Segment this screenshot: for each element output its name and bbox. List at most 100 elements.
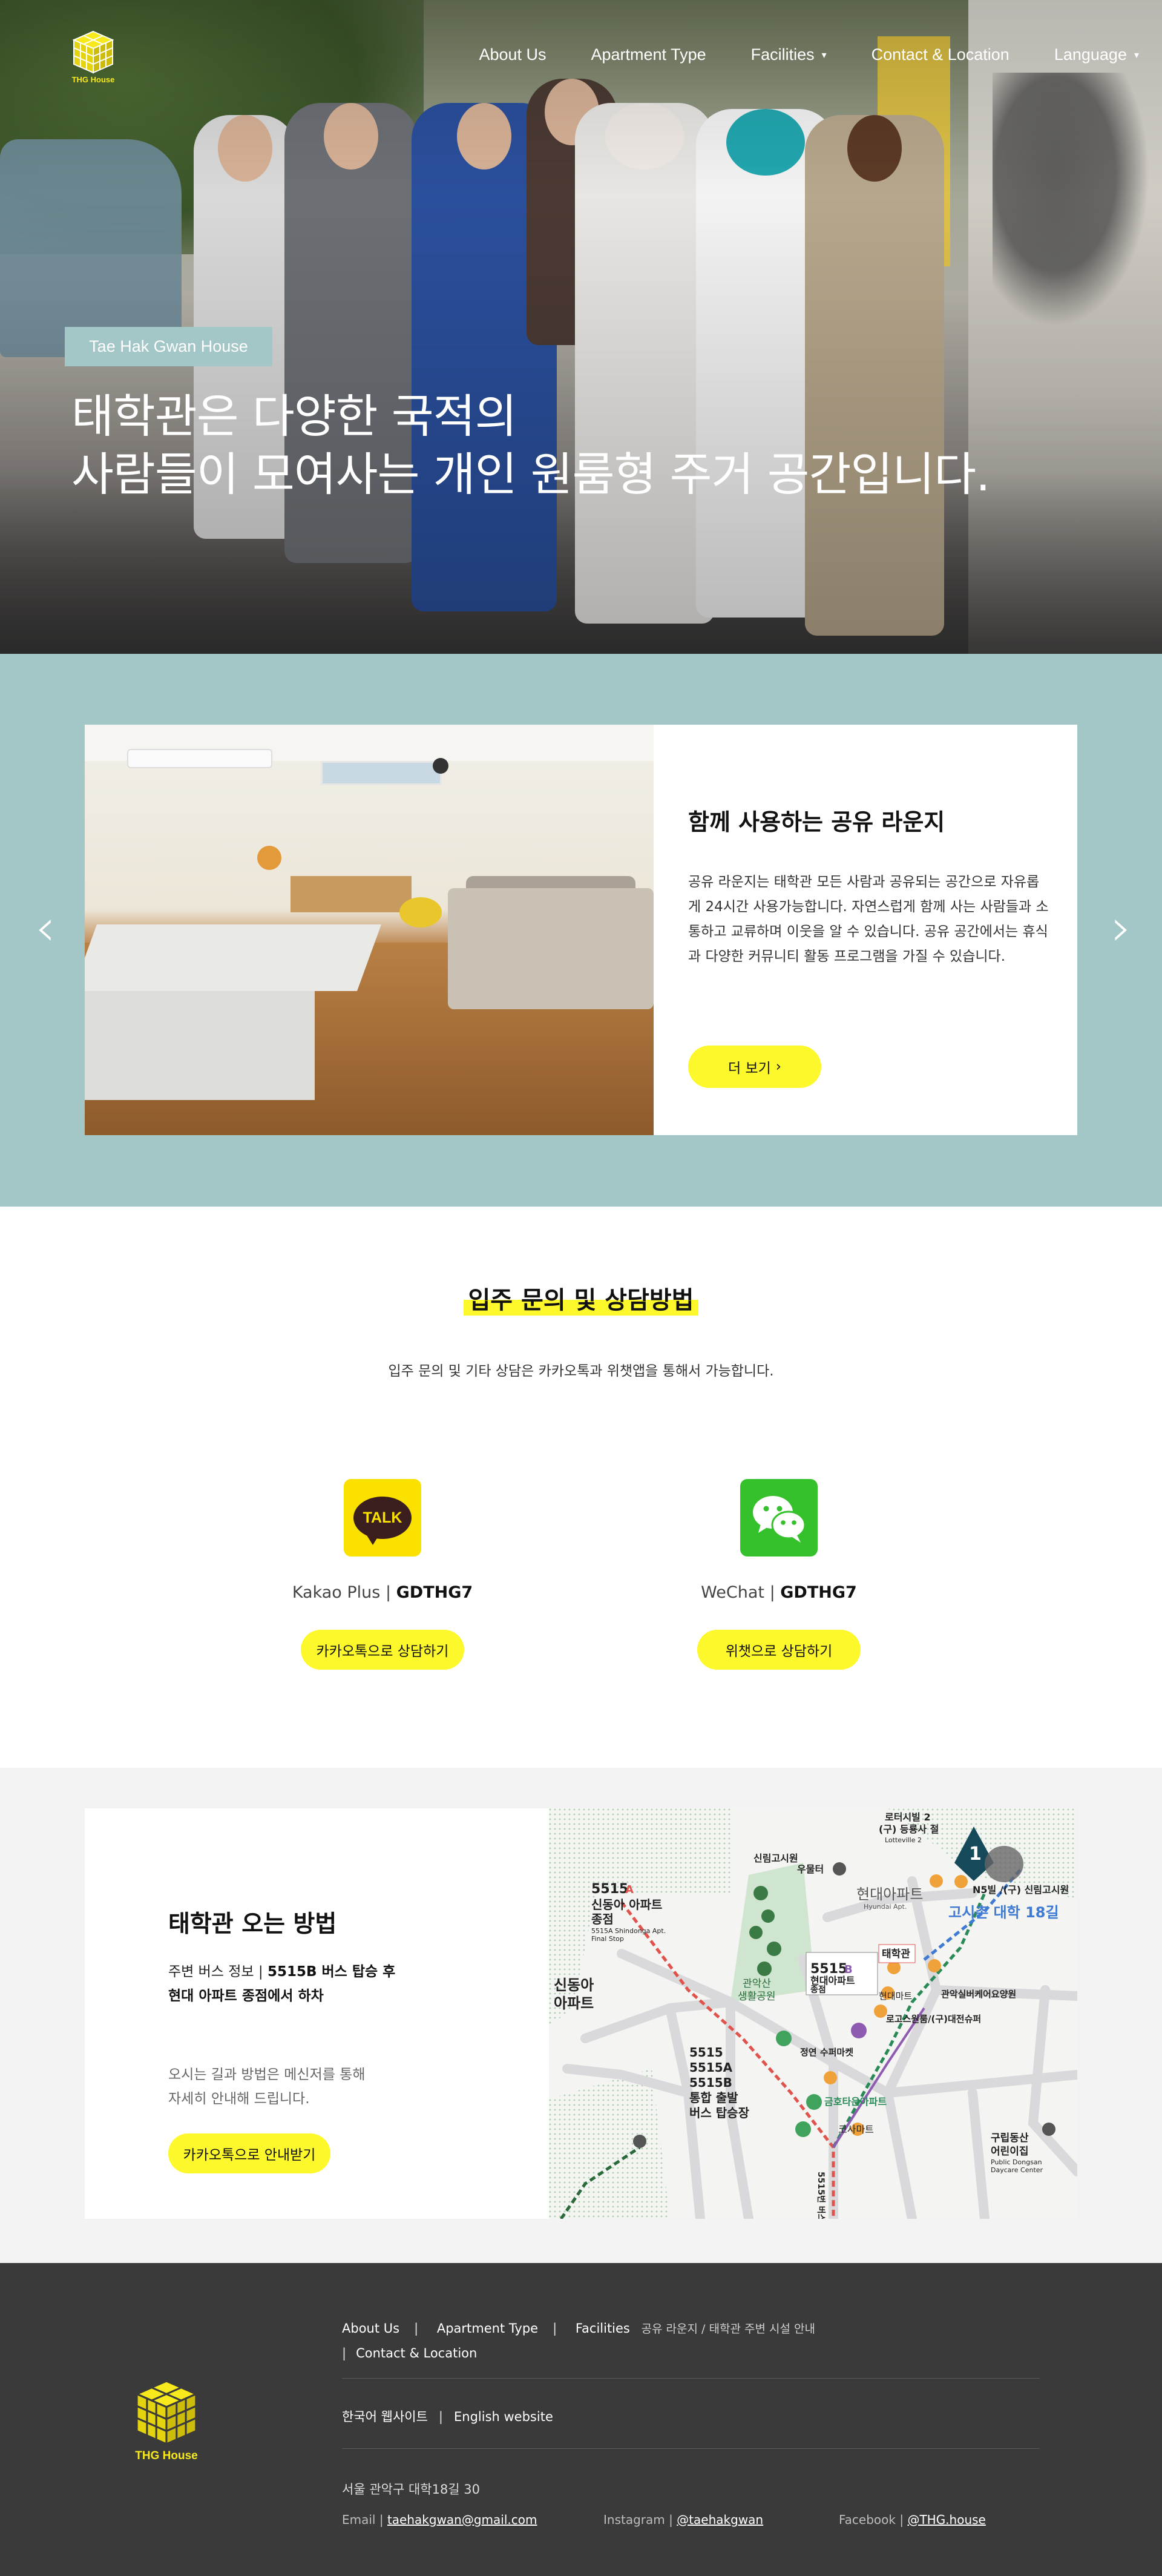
kakao-guide-button[interactable]: 카카오톡으로 안내받기 bbox=[168, 2133, 330, 2173]
footer-link-about-us[interactable]: About Us bbox=[342, 2321, 399, 2336]
map-label: 현대마트 bbox=[879, 1991, 912, 2001]
more-button-label: 더 보기 bbox=[728, 1061, 771, 1076]
contact-subtitle: 입주 문의 및 기타 상담은 카카오톡과 위챗앱을 통해서 가능합니다. bbox=[388, 1363, 774, 1379]
map-label: 고시촌 대학 18길 bbox=[948, 1904, 1059, 1921]
map-label: 종점 bbox=[591, 1912, 614, 1926]
footer: THG House About Us | Apartment Type | Faci… bbox=[0, 2263, 1162, 2576]
map-label: 5515A bbox=[689, 2060, 733, 2075]
footer-link-apartment-type[interactable]: Apartment Type bbox=[437, 2321, 538, 2336]
wechat-consult-button[interactable]: 위챗으로 상담하기 bbox=[697, 1630, 861, 1670]
kakao-talk-icon: TALK bbox=[344, 1479, 421, 1556]
lounge-slider-section: ‹ › 함께 사용하는 공유 라운지 공유 라운지는 태학관 모든 사람과 공유… bbox=[0, 654, 1162, 1207]
kakao-id-prefix: Kakao Plus | bbox=[292, 1583, 396, 1602]
wechat-channel: WeChat | GDTHG7 위챗으로 상담하기 bbox=[628, 1479, 930, 1670]
footer-facebook-label: Facebook | bbox=[839, 2512, 908, 2527]
slider-next-button[interactable]: › bbox=[1111, 902, 1132, 953]
slider-prev-button[interactable]: ‹ bbox=[35, 902, 56, 953]
map-label: 5515B bbox=[689, 2075, 732, 2090]
nav-apartment-type-label: Apartment Type bbox=[591, 45, 706, 64]
slide-title: 함께 사용하는 공유 라운지 bbox=[688, 809, 945, 835]
hero-section: THG House About Us Apartment Type Facili… bbox=[0, 0, 1162, 654]
nav-about-us-label: About Us bbox=[479, 45, 547, 64]
wechat-id-prefix: WeChat | bbox=[701, 1583, 781, 1602]
map-label: 정연 수퍼마켓 bbox=[800, 2047, 853, 2058]
kakao-consult-button[interactable]: 카카오톡으로 상담하기 bbox=[301, 1630, 464, 1670]
map-label: 5515 bbox=[689, 2045, 723, 2060]
nav-contact-location-label: Contact & Location bbox=[871, 45, 1009, 64]
map-label: Final Stop bbox=[591, 1935, 624, 1943]
wechat-id: WeChat | GDTHG7 bbox=[701, 1583, 857, 1602]
chevron-down-icon: ▾ bbox=[821, 50, 827, 61]
bus-info-line-2: 현대 아파트 종점에서 하차 bbox=[168, 1988, 324, 2004]
footer-facilities-sub[interactable]: 공유 라운지 / 태학관 주변 시설 안내 bbox=[642, 2322, 815, 2336]
footer-link-korean[interactable]: 한국어 웹사이트 bbox=[342, 2410, 428, 2424]
nav-facilities[interactable]: Facilities ▾ bbox=[751, 45, 827, 64]
map-label: 로고스원룸/(구)대전슈퍼 bbox=[886, 2014, 981, 2024]
logo-label: THG House bbox=[71, 75, 115, 84]
directions-title: 태학관 오는 방법 bbox=[168, 1911, 337, 1938]
wechat-id-value: GDTHG7 bbox=[780, 1583, 857, 1602]
footer-address: 서울 관악구 대학18길 30 bbox=[342, 2482, 481, 2497]
wechat-icon bbox=[740, 1479, 818, 1556]
footer-instagram: Instagram | @taehakgwan bbox=[603, 2512, 763, 2527]
nav-contact-location[interactable]: Contact & Location bbox=[872, 45, 1009, 64]
location-map[interactable]: 1 로터시빌 2 (구) 등룡사 절 Lotteville 2 신림고시원 우물… bbox=[549, 1808, 1077, 2219]
nav-language[interactable]: Language ▾ bbox=[1054, 45, 1139, 64]
contact-section: 입주 문의 및 상담방법 입주 문의 및 기타 상담은 카카오톡과 위챗앱을 통… bbox=[0, 1207, 1162, 1768]
more-button[interactable]: 더 보기 › bbox=[688, 1046, 821, 1088]
footer-facebook-link[interactable]: @THG.house bbox=[907, 2512, 985, 2527]
map-label: Public Dongsan bbox=[991, 2158, 1042, 2166]
header-logo[interactable]: THG House bbox=[71, 30, 115, 84]
kakao-channel: TALK Kakao Plus | GDTHG7 카카오톡으로 상담하기 bbox=[231, 1479, 534, 1670]
footer-link-contact[interactable]: Contact & Location bbox=[356, 2346, 477, 2360]
nav-apartment-type[interactable]: Apartment Type bbox=[591, 45, 706, 64]
directions-note-line-1: 오시는 길과 방법은 메신저를 통해 bbox=[168, 2067, 366, 2083]
map-label: 5515A Shindonga Apt. bbox=[591, 1927, 666, 1935]
directions-card: 태학관 오는 방법 주변 버스 정보 | 5515B 버스 탑승 후 현대 아파… bbox=[85, 1808, 549, 2219]
nav-about-us[interactable]: About Us bbox=[479, 45, 546, 64]
map-label: 5515 bbox=[591, 1882, 628, 1897]
contact-title: 입주 문의 및 상담방법 bbox=[463, 1280, 699, 1316]
cube-logo-icon bbox=[134, 2380, 199, 2446]
map-label: 현대아파트 bbox=[856, 1886, 923, 1903]
map-label: 종점 bbox=[810, 1985, 826, 1995]
map-label: Hyundai Apt. bbox=[864, 1903, 907, 1911]
map-label: 통합 출발 bbox=[689, 2090, 738, 2105]
wechat-bubbles-icon bbox=[753, 1496, 806, 1543]
map-label: 신림고시원 bbox=[753, 1853, 798, 1864]
map-label: Lotteville 2 bbox=[885, 1836, 922, 1844]
hero-title-line-2: 사람들이 모여사는 개인 원룸형 주거 공간입니다. bbox=[71, 447, 990, 501]
footer-instagram-link[interactable]: @taehakgwan bbox=[677, 2512, 763, 2527]
nav-facilities-label: Facilities bbox=[750, 45, 815, 64]
map-label: 어린이집 bbox=[991, 2146, 1029, 2158]
bus-info: 주변 버스 정보 | 5515B 버스 탑승 후 현대 아파트 종점에서 하차 bbox=[168, 1960, 447, 2008]
map-label: 신동아 아파트 bbox=[591, 1897, 662, 1912]
map-label: 생활공원 bbox=[738, 1991, 776, 2003]
footer-logo[interactable]: THG House bbox=[133, 2379, 200, 2463]
main-nav: About Us Apartment Type Facilities ▾ Cont… bbox=[434, 45, 1139, 64]
map-label: 관악산 bbox=[743, 1978, 771, 1990]
cube-logo-icon bbox=[72, 30, 114, 74]
footer-language-links: 한국어 웹사이트 | English website bbox=[342, 2410, 553, 2424]
map-label: (구) 등룡사 절 bbox=[879, 1823, 939, 1835]
map-label: 버스 탑승장 bbox=[689, 2106, 750, 2120]
map-label: 로터시빌 2 bbox=[885, 1811, 931, 1823]
chevron-down-icon: ▾ bbox=[1134, 50, 1139, 61]
footer-link-english[interactable]: English website bbox=[454, 2410, 553, 2424]
map-label: 5515번 버스 bbox=[816, 2172, 826, 2219]
map-label: Daycare Center bbox=[991, 2166, 1043, 2174]
footer-divider bbox=[342, 2378, 1040, 2379]
map-label: 구립동산 bbox=[991, 2132, 1029, 2144]
directions-section: 태학관 오는 방법 주변 버스 정보 | 5515B 버스 탑승 후 현대 아파… bbox=[0, 1768, 1162, 2263]
footer-email-link[interactable]: taehakgwan@gmail.com bbox=[387, 2512, 537, 2527]
slide-card: 함께 사용하는 공유 라운지 공유 라운지는 태학관 모든 사람과 공유되는 공… bbox=[85, 725, 1077, 1135]
directions-note-line-2: 자세히 안내해 드립니다. bbox=[168, 2091, 310, 2107]
map-label: N5빌 /(구) 신림고시원 bbox=[973, 1884, 1069, 1896]
map-label: 신동아 bbox=[554, 1977, 594, 1994]
logo-label: THG House bbox=[135, 2449, 198, 2462]
kakao-id-value: GDTHG7 bbox=[396, 1583, 473, 1602]
map-label: 관악실버케어요양원 bbox=[941, 1989, 1016, 2000]
footer-link-facilities[interactable]: Facilities bbox=[576, 2321, 630, 2336]
kakao-id: Kakao Plus | GDTHG7 bbox=[292, 1583, 473, 1602]
map-label: 금호타운아파트 bbox=[824, 2096, 887, 2107]
